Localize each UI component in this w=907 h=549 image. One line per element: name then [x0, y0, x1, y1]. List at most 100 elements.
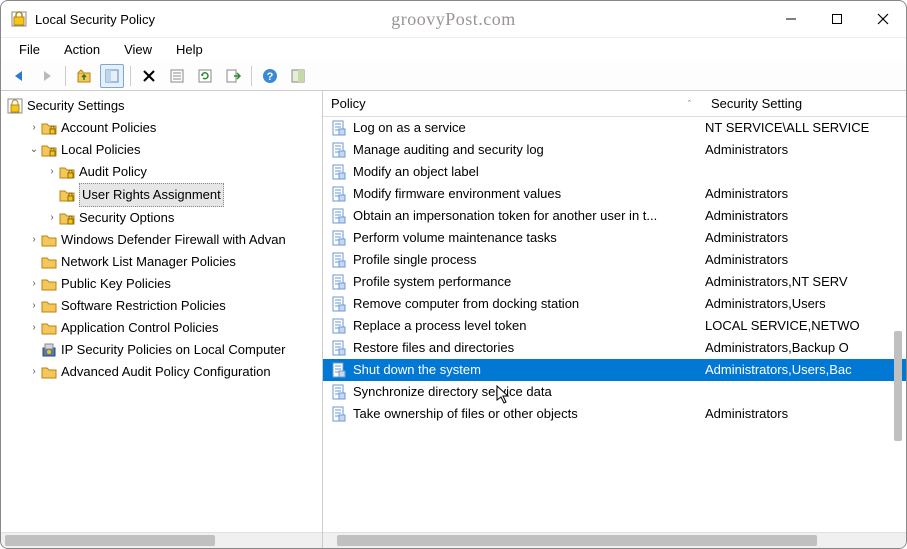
policy-item-icon	[331, 208, 347, 224]
tree-item-label: Audit Policy	[79, 161, 147, 183]
chevron-right-icon[interactable]: ›	[27, 317, 41, 339]
tree-item[interactable]: ›Account Policies	[5, 117, 322, 139]
column-header-policy[interactable]: Policy ˆ	[331, 96, 711, 111]
tree-item[interactable]: › Public Key Policies	[5, 273, 322, 295]
menu-help[interactable]: Help	[166, 40, 213, 59]
maximize-button[interactable]	[814, 1, 860, 37]
tree-root-label: Security Settings	[27, 95, 125, 117]
forward-button[interactable]	[35, 64, 59, 88]
chevron-right-icon[interactable]: ›	[27, 273, 41, 295]
folder-lock-icon	[41, 120, 57, 136]
minimize-button[interactable]	[768, 1, 814, 37]
menu-action[interactable]: Action	[54, 40, 110, 59]
policy-row[interactable]: Perform volume maintenance tasks Administ…	[323, 227, 906, 249]
tree-item[interactable]: › Audit Policy	[5, 161, 322, 183]
close-button[interactable]	[860, 1, 906, 37]
properties-button[interactable]	[165, 64, 189, 88]
content-area: Security Settings ›Account Policies⌄ Loca…	[1, 91, 906, 548]
tree-item[interactable]: ›Network List Manager Policies	[5, 251, 322, 273]
menu-view[interactable]: View	[114, 40, 162, 59]
policy-row[interactable]: Obtain an impersonation token for anothe…	[323, 205, 906, 227]
list-vertical-scrollbar[interactable]	[892, 121, 904, 528]
tree-item[interactable]: ›IP Security Policies on Local Computer	[5, 339, 322, 361]
ipsec-icon	[41, 342, 57, 358]
policy-name: Obtain an impersonation token for anothe…	[353, 205, 657, 227]
list-header: Policy ˆ Security Setting	[323, 91, 906, 117]
menubar: File Action View Help	[1, 37, 906, 61]
svg-text:?: ?	[267, 71, 274, 83]
tree-item[interactable]: ›Application Control Policies	[5, 317, 322, 339]
action-pane-button[interactable]	[286, 64, 310, 88]
policy-row[interactable]: Restore files and directoriesAdministrat…	[323, 337, 906, 359]
up-level-button[interactable]	[72, 64, 96, 88]
scrollbar-thumb[interactable]	[894, 331, 902, 441]
show-hide-tree-button[interactable]	[100, 64, 124, 88]
delete-button[interactable]	[137, 64, 161, 88]
window-title: Local Security Policy	[35, 12, 155, 27]
chevron-right-icon[interactable]: ›	[45, 161, 59, 183]
policy-row[interactable]: Profile system performanceAdministrators…	[323, 271, 906, 293]
policy-row[interactable]: Profile single processAdministrators	[323, 249, 906, 271]
policy-row[interactable]: Shut down the systemAdministrators,Users…	[323, 359, 906, 381]
scrollbar-thumb[interactable]	[5, 535, 215, 546]
tree-root[interactable]: Security Settings	[5, 95, 322, 117]
policy-row[interactable]: Modify an object label	[323, 161, 906, 183]
list-pane: Policy ˆ Security Setting Log on as a se…	[323, 91, 906, 548]
folder-icon	[41, 298, 57, 314]
help-button[interactable]: ?	[258, 64, 282, 88]
policy-row[interactable]: Synchronize directory service data	[323, 381, 906, 403]
policy-setting: LOCAL SERVICE,NETWO	[705, 315, 906, 337]
toolbar: ?	[1, 61, 906, 91]
policy-item-icon	[331, 230, 347, 246]
policy-setting: Administrators	[705, 139, 906, 161]
toolbar-separator	[65, 66, 66, 86]
column-header-policy-label: Policy	[331, 96, 366, 111]
scrollbar-thumb[interactable]	[337, 535, 817, 546]
tree-item-label: Local Policies	[61, 139, 141, 161]
app-icon	[11, 11, 27, 27]
policy-setting: Administrators,NT SERV	[705, 271, 906, 293]
policy-setting: Administrators	[705, 205, 906, 227]
refresh-button[interactable]	[193, 64, 217, 88]
tree-item[interactable]: ›Windows Defender Firewall with Advan	[5, 229, 322, 251]
policy-item-icon	[331, 318, 347, 334]
back-button[interactable]	[7, 64, 31, 88]
tree-item[interactable]: ›Security Options	[5, 207, 322, 229]
policy-row[interactable]: Remove computer from docking stationAdmi…	[323, 293, 906, 315]
column-header-setting[interactable]: Security Setting	[711, 96, 906, 111]
policy-item-icon	[331, 142, 347, 158]
policy-item-icon	[331, 296, 347, 312]
policy-row[interactable]: Log on as a serviceNT SERVICE\ALL SERVIC…	[323, 117, 906, 139]
policy-setting: Administrators	[705, 227, 906, 249]
chevron-right-icon[interactable]: ›	[45, 207, 59, 229]
policy-setting: Administrators	[705, 249, 906, 271]
tree[interactable]: Security Settings ›Account Policies⌄ Loca…	[1, 91, 322, 532]
policy-setting: Administrators	[705, 183, 906, 205]
chevron-down-icon[interactable]: ⌄	[27, 139, 41, 161]
chevron-right-icon[interactable]: ›	[27, 295, 41, 317]
tree-item[interactable]: ›User Rights Assignment	[5, 183, 322, 207]
menu-file[interactable]: File	[9, 40, 50, 59]
column-header-setting-label: Security Setting	[711, 96, 802, 111]
export-list-button[interactable]	[221, 64, 245, 88]
policy-row[interactable]: Take ownership of files or other objects…	[323, 403, 906, 425]
toolbar-separator	[130, 66, 131, 86]
list-body[interactable]: Log on as a serviceNT SERVICE\ALL SERVIC…	[323, 117, 906, 532]
tree-item[interactable]: ›Advanced Audit Policy Configuration	[5, 361, 322, 383]
policy-item-icon	[331, 274, 347, 290]
policy-row[interactable]: Replace a process level tokenLOCAL SERVI…	[323, 315, 906, 337]
tree-item[interactable]: ⌄ Local Policies	[5, 139, 322, 161]
tree-item-label: IP Security Policies on Local Computer	[61, 339, 285, 361]
tree-horizontal-scrollbar[interactable]	[1, 532, 322, 548]
chevron-right-icon[interactable]: ›	[27, 117, 41, 139]
list-horizontal-scrollbar[interactable]	[323, 532, 906, 548]
chevron-right-icon[interactable]: ›	[27, 361, 41, 383]
chevron-right-icon[interactable]: ›	[27, 229, 41, 251]
tree-item[interactable]: ›Software Restriction Policies	[5, 295, 322, 317]
tree-item-label: Public Key Policies	[61, 273, 171, 295]
policy-name: Perform volume maintenance tasks	[353, 227, 557, 249]
tree-pane: Security Settings ›Account Policies⌄ Loca…	[1, 91, 323, 548]
policy-row[interactable]: Modify firmware environment valuesAdmini…	[323, 183, 906, 205]
policy-setting: Administrators	[705, 403, 906, 425]
policy-row[interactable]: Manage auditing and security logAdminist…	[323, 139, 906, 161]
